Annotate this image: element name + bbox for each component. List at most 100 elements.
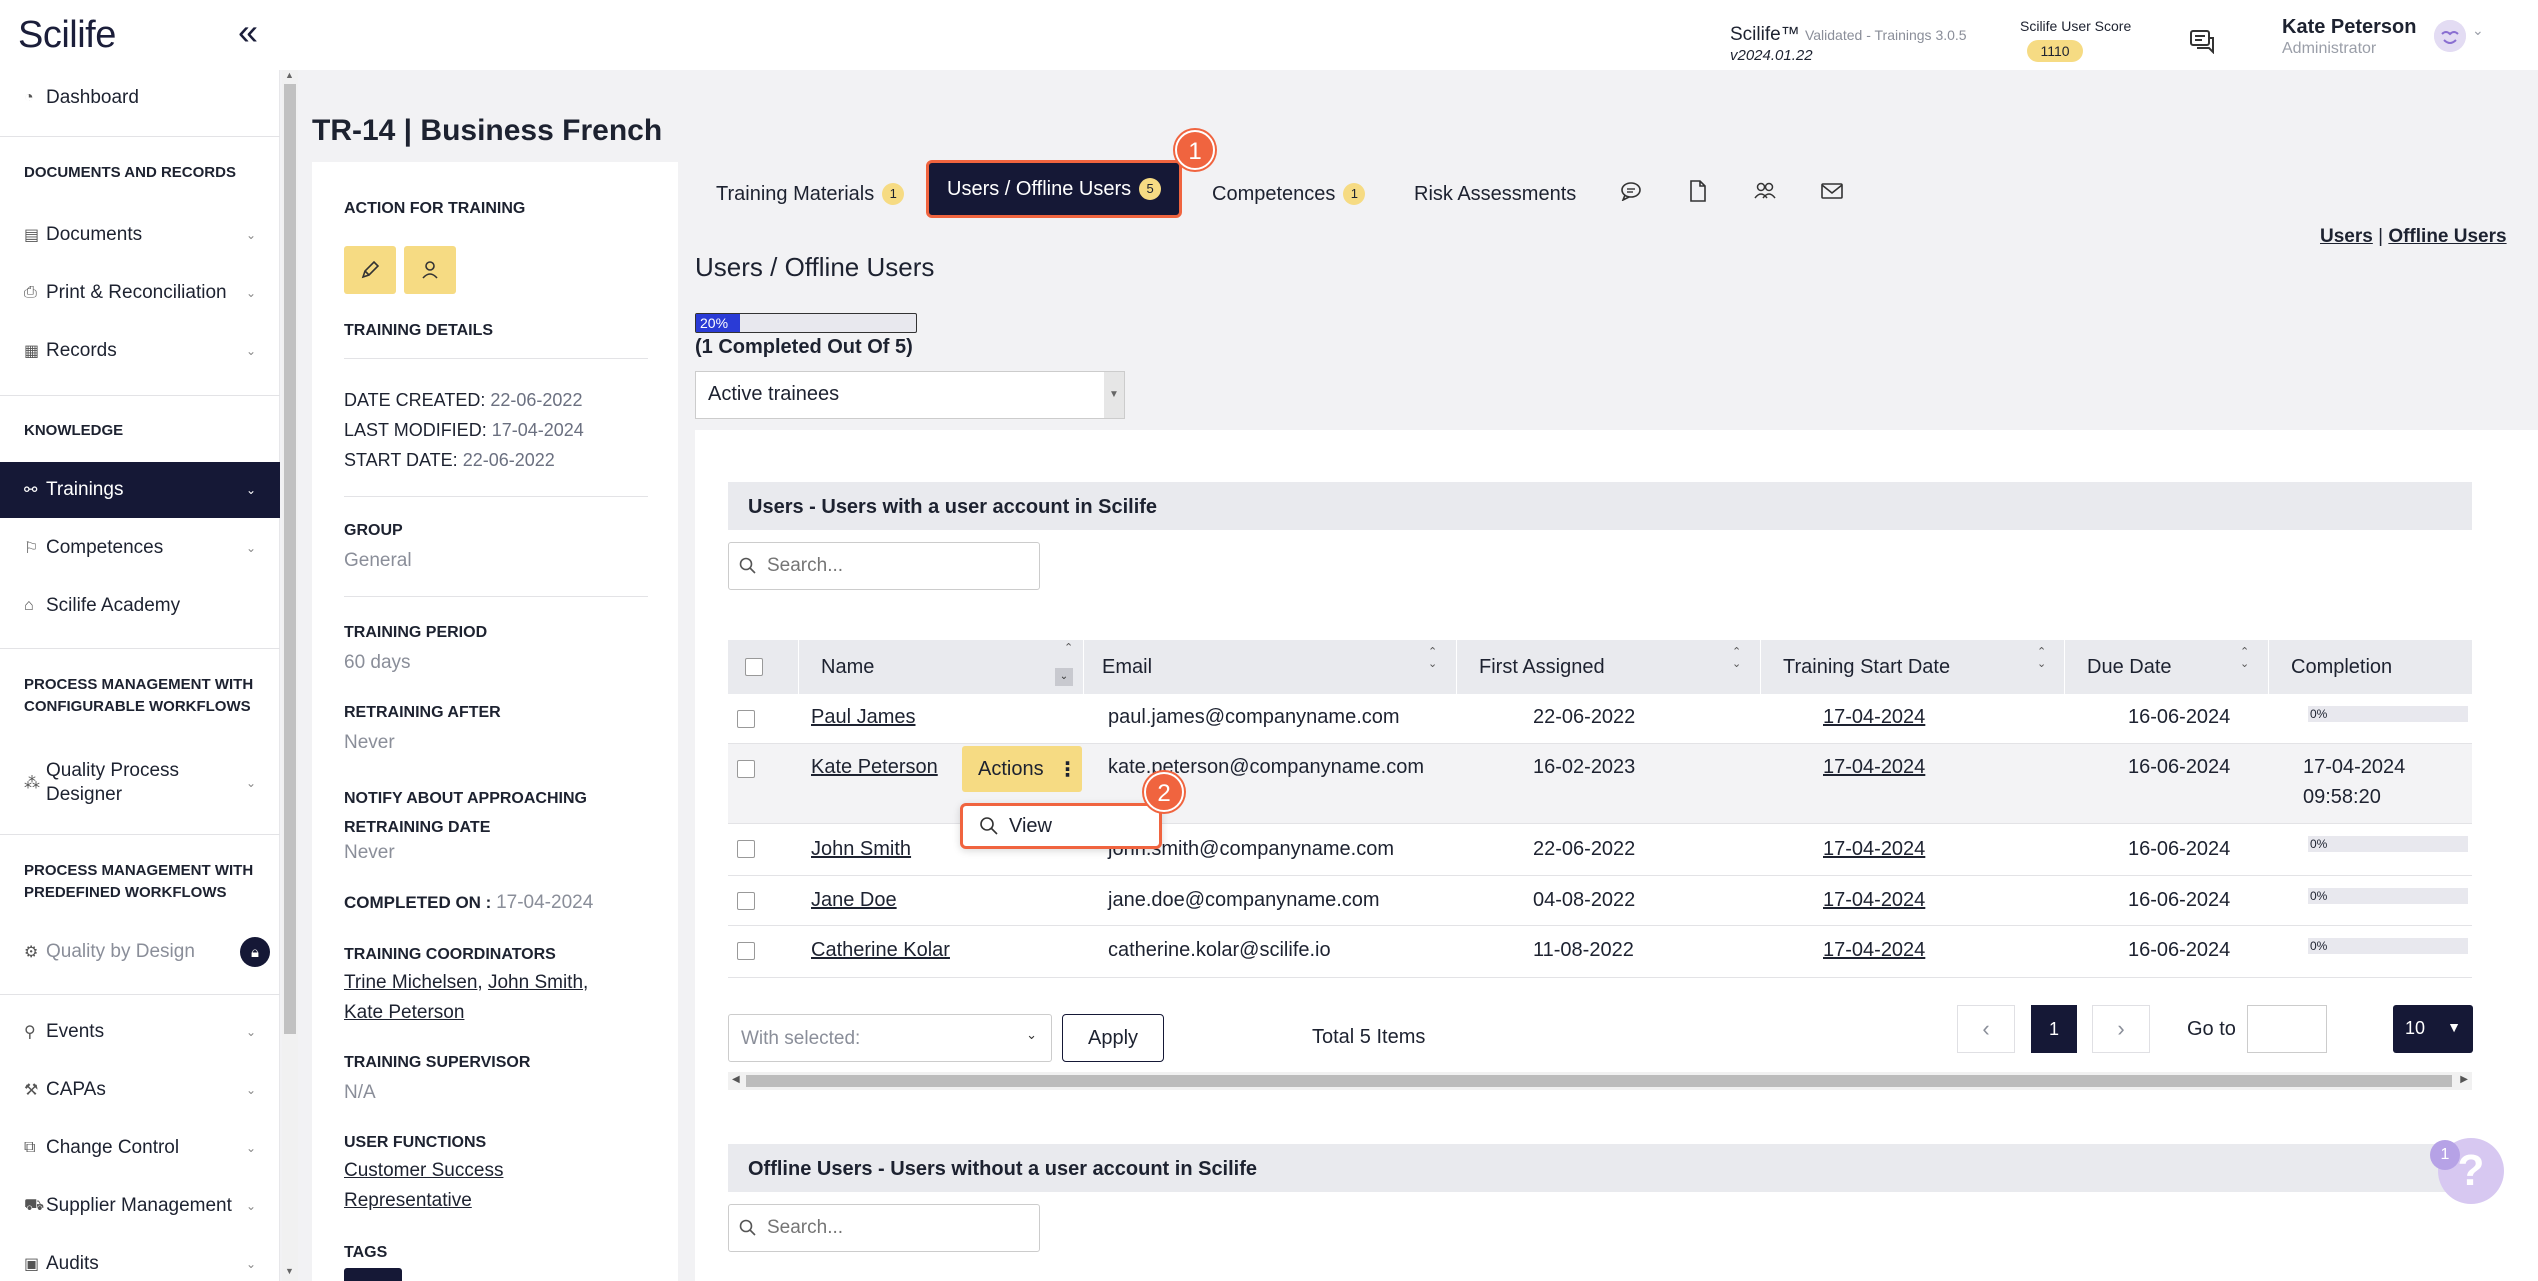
user-name-link[interactable]: Catherine Kolar <box>811 939 950 962</box>
page-size-select[interactable]: 10 ▼ <box>2393 1005 2473 1053</box>
chevron-down-icon[interactable]: ⌄ <box>1026 1027 1037 1043</box>
scroll-right-icon[interactable]: ▶ <box>2460 1074 2468 1085</box>
coordinator-link[interactable]: John Smith <box>488 972 583 993</box>
row-checkbox[interactable] <box>737 892 755 910</box>
apply-button[interactable]: Apply <box>1062 1014 1164 1062</box>
page-button[interactable]: 1 <box>2031 1005 2077 1053</box>
quality-design-icon: ⚙ <box>24 944 39 961</box>
tab-risk-assessments[interactable]: Risk Assessments <box>1404 172 1586 216</box>
sidebar-scrollbar[interactable]: ▲ ▼ <box>282 70 298 1281</box>
scroll-up-icon[interactable]: ▲ <box>285 70 294 80</box>
file-icon[interactable] <box>1683 176 1713 206</box>
user-function-link[interactable]: Customer Success Representative <box>344 1160 503 1211</box>
user-name-link[interactable]: John Smith <box>811 838 911 861</box>
tab-users-offline-users[interactable]: Users / Offline Users 5 <box>926 160 1183 218</box>
tab-training-materials[interactable]: Training Materials 1 <box>706 172 914 216</box>
column-header-email[interactable]: Email <box>1102 640 1152 694</box>
user-name-link[interactable]: Jane Doe <box>811 889 897 912</box>
column-header-name[interactable]: Name <box>821 640 874 694</box>
offline-users-search[interactable] <box>728 1204 1040 1252</box>
start-date-link[interactable]: 17-04-2024 <box>1823 939 1925 962</box>
sidebar-item-supplier-management[interactable]: ⛟ Supplier Management ⌄ <box>0 1178 280 1234</box>
page-title: TR-14 | Business French <box>312 114 663 147</box>
sidebar-item-change-control[interactable]: ⧉ Change Control ⌄ <box>0 1120 280 1176</box>
sort-icon[interactable]: ⌃ <box>1064 642 1073 654</box>
sort-icon[interactable]: ⌃ ⌄ <box>1428 646 1437 670</box>
tab-competences[interactable]: Competences 1 <box>1202 172 1375 216</box>
prev-page-button[interactable]: ‹ <box>1957 1005 2015 1053</box>
column-header-first-assigned[interactable]: First Assigned <box>1479 640 1605 694</box>
scroll-down-icon[interactable]: ▼ <box>285 1266 294 1276</box>
sidebar-item-quality-process-designer[interactable]: ⁂ Quality Process Designer ⌄ <box>0 750 280 816</box>
sidebar-item-trainings[interactable]: ⚯ Trainings ⌄ <box>0 462 280 518</box>
sidebar-item-quality-by-design[interactable]: ⚙ Quality by Design 🔒︎ <box>0 924 280 980</box>
sidebar-item-audits[interactable]: ▣ Audits ⌄ <box>0 1236 280 1281</box>
sidebar-item-dashboard[interactable]: ◔ Dashboard <box>0 70 280 126</box>
assign-user-button[interactable] <box>404 246 456 294</box>
scrollbar-thumb[interactable] <box>284 84 296 1034</box>
chevron-down-icon: ⌄ <box>245 483 256 497</box>
row-checkbox[interactable] <box>737 840 755 858</box>
column-header-training-start-date[interactable]: Training Start Date <box>1783 640 1950 694</box>
user-name[interactable]: Kate Peterson <box>2282 16 2417 39</box>
tag-chip[interactable] <box>344 1268 402 1281</box>
chevron-down-icon: ⌄ <box>245 1083 256 1097</box>
users-search[interactable] <box>728 542 1040 590</box>
sidebar-item-academy[interactable]: ⌂ Scilife Academy <box>0 578 280 634</box>
table-horizontal-scrollbar[interactable]: ◀ ▶ <box>728 1072 2472 1090</box>
sidebar-divider <box>0 834 280 835</box>
column-header-due-date[interactable]: Due Date <box>2087 640 2172 694</box>
start-date-link[interactable]: 17-04-2024 <box>1823 756 1925 779</box>
user-name-link[interactable]: Paul James <box>811 706 916 729</box>
trainee-filter-select[interactable]: Active trainees ▼ <box>695 371 1125 419</box>
sidebar-item-capas[interactable]: ⚒ CAPAs ⌄ <box>0 1062 280 1118</box>
pin-icon: ⚲ <box>24 1024 36 1041</box>
offline-users-link[interactable]: Offline Users <box>2388 226 2506 247</box>
scilife-logo[interactable]: Scilife <box>18 14 116 57</box>
last-modified: LAST MODIFIED: 17-04-2024 <box>344 420 584 440</box>
select-all-checkbox[interactable] <box>745 658 763 676</box>
row-checkbox[interactable] <box>737 710 755 728</box>
start-date-link[interactable]: 17-04-2024 <box>1823 889 1925 912</box>
start-date-link[interactable]: 17-04-2024 <box>1823 838 1925 861</box>
users-icon[interactable] <box>1750 176 1780 206</box>
view-menu-item[interactable]: View <box>960 803 1162 849</box>
chevron-down-icon[interactable]: ⌄ <box>2472 22 2484 39</box>
coordinator-link[interactable]: Trine Michelsen <box>344 972 477 993</box>
sidebar-item-documents[interactable]: ▤ Documents ⌄ <box>0 207 280 263</box>
avatar[interactable] <box>2434 20 2466 52</box>
row-actions-button[interactable]: Actions ⋮ <box>962 746 1082 792</box>
scroll-left-icon[interactable]: ◀ <box>732 1074 740 1085</box>
comments-icon[interactable] <box>1616 176 1646 206</box>
sort-desc-icon[interactable]: ⌄ <box>1055 668 1073 686</box>
sort-icon[interactable]: ⌃ ⌄ <box>1732 646 1741 670</box>
sidebar-item-records[interactable]: ▦ Records ⌄ <box>0 323 280 379</box>
row-checkbox[interactable] <box>737 760 755 778</box>
messages-icon[interactable] <box>2190 30 2216 59</box>
search-input[interactable] <box>767 1217 1017 1239</box>
sidebar-item-competences[interactable]: ⚐ Competences ⌄ <box>0 520 280 576</box>
start-date-link[interactable]: 17-04-2024 <box>1823 706 1925 729</box>
scrollbar-thumb[interactable] <box>746 1075 2452 1087</box>
mail-icon[interactable] <box>1817 176 1847 206</box>
coordinator-link[interactable]: Kate Peterson <box>344 1002 464 1023</box>
user-name-link[interactable]: Kate Peterson <box>811 756 938 779</box>
edit-button[interactable] <box>344 246 396 294</box>
chevron-down-icon[interactable]: ▼ <box>1104 372 1124 418</box>
users-link[interactable]: Users <box>2320 226 2373 247</box>
count-badge: 1 <box>1343 183 1366 205</box>
retraining-label: RETRAINING AFTER <box>344 704 501 721</box>
next-page-button[interactable]: › <box>2092 1005 2150 1053</box>
search-input[interactable] <box>767 555 1017 577</box>
sort-icon[interactable]: ⌃ ⌄ <box>2037 646 2046 670</box>
sort-icon[interactable]: ⌃ ⌄ <box>2240 646 2249 670</box>
supervisor-label: TRAINING SUPERVISOR <box>344 1054 531 1071</box>
column-header-completion[interactable]: Completion <box>2291 640 2392 694</box>
sidebar-item-print[interactable]: ⎙ Print & Reconciliation ⌄ <box>0 265 280 321</box>
row-checkbox[interactable] <box>737 942 755 960</box>
collapse-sidebar-icon[interactable]: « <box>238 14 258 50</box>
goto-page-input[interactable] <box>2247 1005 2327 1053</box>
bulk-action-select[interactable]: With selected: ⌄ <box>728 1014 1052 1062</box>
sidebar-item-events[interactable]: ⚲ Events ⌄ <box>0 1004 280 1060</box>
records-icon: ▦ <box>24 343 40 360</box>
